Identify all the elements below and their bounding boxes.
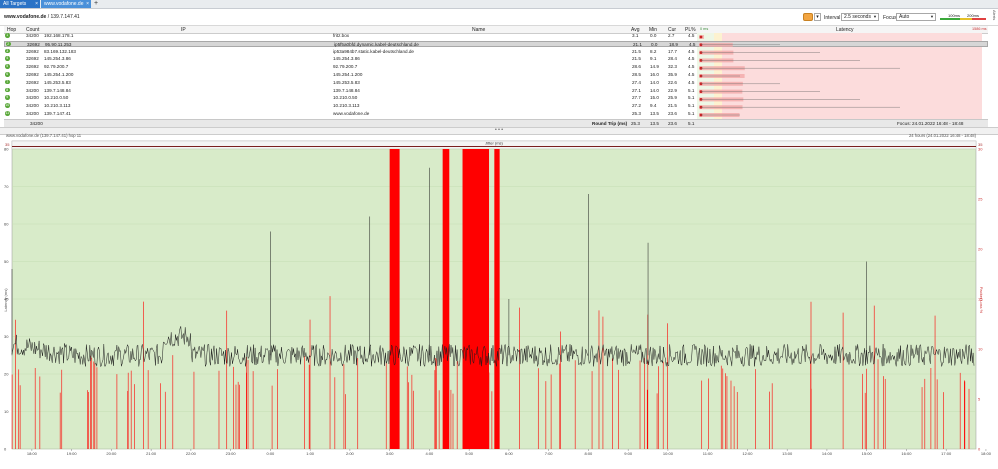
x-tick-label: 12:00: [742, 451, 753, 456]
x-tick-label: 15:00: [862, 451, 873, 456]
x-tick-label: 4:00: [426, 451, 435, 456]
packet-loss-block: [389, 149, 400, 449]
y2-tick-label: 25: [978, 197, 983, 202]
x-tick-label: 3:00: [386, 451, 395, 456]
x-tick-label: 16:00: [901, 451, 912, 456]
packet-loss-block: [442, 149, 450, 449]
x-tick-label: 22:00: [186, 451, 197, 456]
x-tick-label: 19:00: [67, 451, 78, 456]
y-tick-label: 70: [4, 184, 9, 189]
plot-background: [11, 140, 977, 450]
jitter-title: Jitter (ms): [485, 141, 503, 146]
x-tick-label: 14:00: [822, 451, 833, 456]
y2-tick-label: 20: [978, 247, 983, 252]
y-tick-label: 20: [4, 372, 9, 377]
packet-loss-block: [494, 149, 500, 449]
y-tick-label: 80: [4, 147, 9, 152]
x-tick-label: 2:00: [346, 451, 355, 456]
x-tick-label: 10:00: [663, 451, 674, 456]
packet-loss-block: [462, 149, 490, 449]
x-tick-label: 9:00: [624, 451, 633, 456]
x-tick-label: 0:00: [266, 451, 275, 456]
y-tick-label: 50: [4, 259, 9, 264]
y2-axis-label: Packet Loss %: [979, 287, 984, 314]
x-tick-label: 1:00: [306, 451, 315, 456]
y2-tick-label: 5: [978, 397, 981, 402]
x-tick-label: 17:00: [941, 451, 952, 456]
y-tick-label: 30: [4, 334, 9, 339]
y2-tick-label: 30: [978, 147, 983, 152]
x-tick-label: 6:00: [505, 451, 514, 456]
y-tick-label: 10: [4, 409, 9, 414]
latency-marker: [699, 35, 703, 39]
x-tick-label: 18:00: [27, 451, 38, 456]
x-tick-label: 13:00: [782, 451, 793, 456]
x-tick-label: 18:00: [981, 451, 992, 456]
y-axis-label: Latency (ms): [3, 288, 8, 312]
y-tick-label: 60: [4, 222, 9, 227]
x-tick-label: 21:00: [146, 451, 157, 456]
x-tick-label: 11:00: [703, 451, 713, 456]
x-tick-label: 5:00: [465, 451, 474, 456]
x-tick-label: 23:00: [226, 451, 237, 456]
x-tick-label: 20:00: [106, 451, 117, 456]
latency-timeline-chart[interactable]: Jitter (ms)35 358070605040302010030252015…: [0, 0, 998, 469]
y-tick-label: 0: [4, 447, 7, 452]
x-tick-label: 8:00: [585, 451, 594, 456]
y2-tick-label: 10: [978, 347, 983, 352]
x-tick-label: 7:00: [545, 451, 554, 456]
